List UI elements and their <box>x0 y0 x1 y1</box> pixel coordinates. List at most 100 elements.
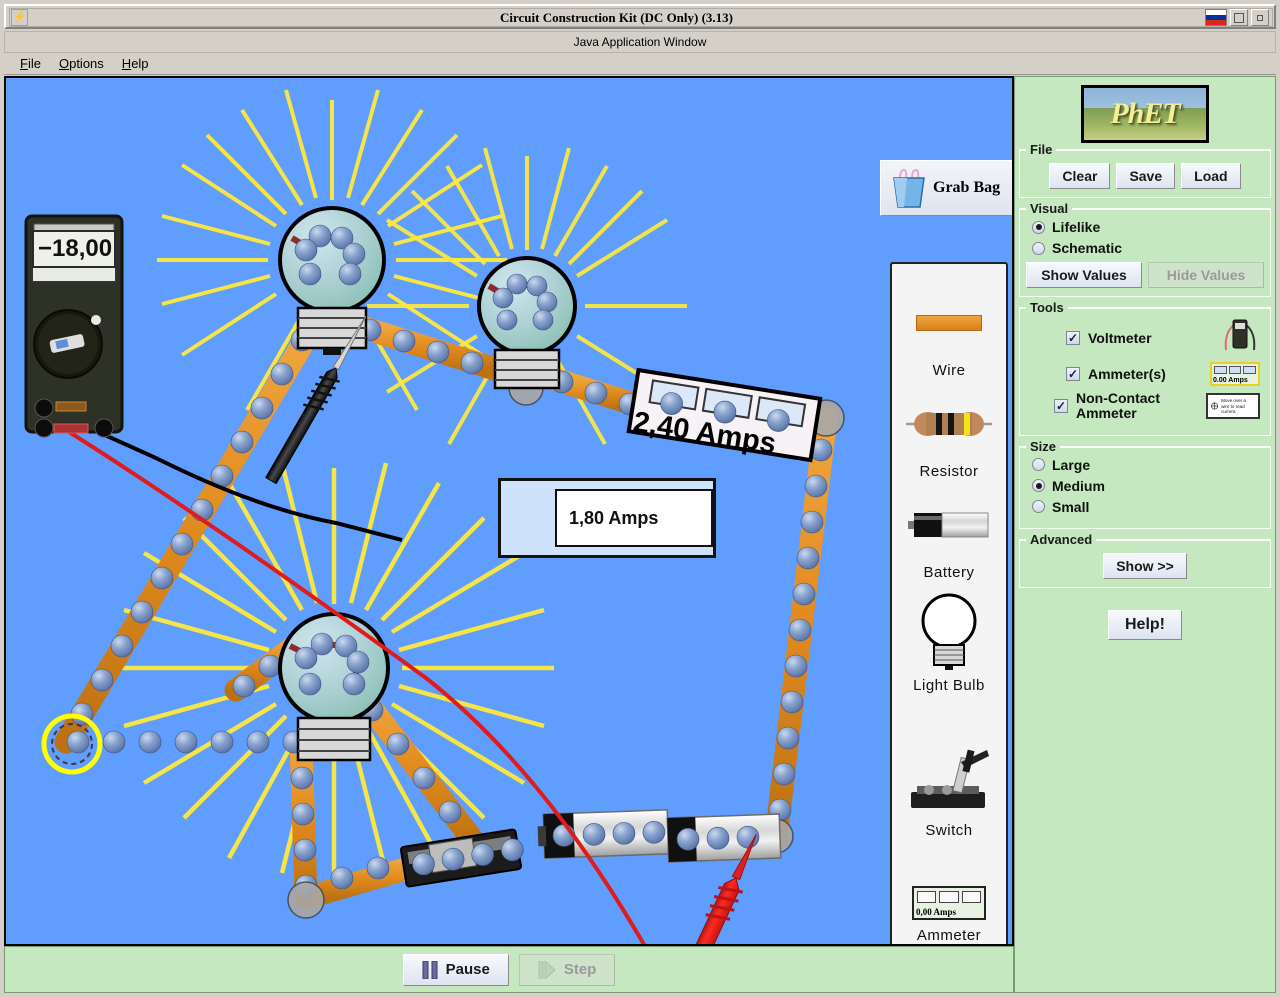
toolbox-label-lightbulb: Light Bulb <box>913 677 985 694</box>
radio-lifelike-indicator[interactable] <box>1032 220 1045 234</box>
radio-large-label: Large <box>1052 456 1091 473</box>
java-application-window-label: Java Application Window <box>4 31 1276 53</box>
toolbox-item-lightbulb[interactable]: Light Bulb <box>892 589 1006 694</box>
minimize-window-button[interactable] <box>1251 9 1269 26</box>
circuit-canvas[interactable]: −18,00 V 2,40 Amps 1,80 Amps Grab Bag <box>4 76 1014 946</box>
titlebar-inner: ⚡ Circuit Construction Kit (DC Only) (3.… <box>9 8 1273 27</box>
checkbox-noncontact-ammeter[interactable]: ✓ <box>1054 399 1068 414</box>
toolbox-item-ammeter[interactable]: 0,00 Amps Ammeter <box>892 881 1006 944</box>
checkbox-ammeters-row[interactable]: ✓ Ammeter(s) 0.00 Amps <box>1066 362 1260 386</box>
restore-window-button[interactable] <box>1230 9 1248 26</box>
circuit-switch <box>400 828 524 888</box>
tools-group: Tools ✓ Voltmeter ✓ Ammeter(s) 0.00 Amps… <box>1019 300 1271 436</box>
battery-1 <box>537 809 670 859</box>
toolbox-label-ammeter: Ammeter <box>916 927 982 944</box>
step-button: Step <box>518 953 616 986</box>
step-icon <box>538 960 556 979</box>
show-values-button[interactable]: Show Values <box>1026 262 1142 288</box>
checkbox-voltmeter[interactable]: ✓ <box>1066 330 1080 345</box>
menu-file-rest: ile <box>27 56 41 71</box>
playback-bar: Pause Step <box>4 946 1014 993</box>
load-button[interactable]: Load <box>1181 163 1241 189</box>
size-group-title: Size <box>1026 438 1061 454</box>
radio-lifelike-label: Lifelike <box>1052 219 1101 235</box>
voltmeter-display: −18,00 V <box>32 230 116 268</box>
toolbox-label-switch: Switch <box>925 822 973 839</box>
radio-large-indicator[interactable] <box>1032 458 1045 472</box>
advanced-show-button[interactable]: Show >> <box>1103 552 1187 579</box>
non-contact-ammeter-hint: Move over a wire to read current. <box>1221 398 1246 415</box>
step-label: Step <box>563 961 597 978</box>
checkbox-noncontact-row[interactable]: ✓ Non-Contact Ammeter Move over a wire t… <box>1054 390 1260 422</box>
pause-button[interactable]: Pause <box>402 953 509 986</box>
radio-schematic[interactable]: Schematic <box>1032 240 1264 256</box>
radio-small-indicator[interactable] <box>1032 500 1045 514</box>
russian-flag-icon[interactable] <box>1205 9 1227 26</box>
ammeter-icon-reading: 0,00 Amps <box>916 907 957 917</box>
phet-logo-text: PhET <box>1110 97 1180 130</box>
toolbox-item-resistor[interactable]: Resistor <box>892 387 1006 480</box>
ammeter-icon: 0,00 Amps <box>912 881 986 925</box>
wire-icon <box>916 286 982 360</box>
non-contact-ammeter-panel[interactable]: 1,80 Amps <box>498 478 716 558</box>
pause-label: Pause <box>445 961 490 978</box>
radio-medium-label: Medium <box>1052 477 1105 494</box>
battery-2 <box>666 813 782 863</box>
menu-options[interactable]: Options <box>51 54 112 73</box>
checkbox-ammeters-label: Ammeter(s) <box>1088 366 1166 382</box>
radio-small-label: Small <box>1052 498 1090 515</box>
grab-bag-button[interactable]: Grab Bag <box>880 160 1012 216</box>
radio-schematic-indicator[interactable] <box>1032 241 1045 255</box>
menu-help-rest: elp <box>131 56 149 71</box>
help-button[interactable]: Help! <box>1108 609 1182 640</box>
toolbox-label-wire: Wire <box>932 362 966 379</box>
toolbox-label-battery: Battery <box>923 564 975 581</box>
control-panel: PhET File Clear Save Load Visual Lifelik… <box>1014 76 1276 993</box>
checkbox-voltmeter-label: Voltmeter <box>1088 329 1152 346</box>
light-bulb-icon <box>914 589 984 675</box>
advanced-group-title: Advanced <box>1026 531 1097 547</box>
pause-icon <box>422 960 438 979</box>
menu-help[interactable]: Help <box>114 54 157 73</box>
switch-icon <box>903 742 995 820</box>
file-group: File Clear Save Load <box>1019 142 1271 198</box>
visual-group-title: Visual <box>1026 201 1073 216</box>
radio-schematic-label: Schematic <box>1052 240 1123 256</box>
hide-values-button: Hide Values <box>1148 262 1264 288</box>
advanced-group: Advanced Show >> <box>1019 531 1271 588</box>
window-titlebar: ⚡ Circuit Construction Kit (DC Only) (3.… <box>4 4 1276 29</box>
menu-file[interactable]: File <box>12 54 49 73</box>
menu-options-rest: ptions <box>69 56 104 71</box>
file-group-title: File <box>1026 142 1057 157</box>
voltmeter-icon <box>1220 318 1260 357</box>
toolbox-item-battery[interactable]: Battery <box>892 488 1006 581</box>
window-title: Circuit Construction Kit (DC Only) (3.13… <box>499 9 734 25</box>
radio-medium-indicator[interactable] <box>1032 479 1045 493</box>
clear-button[interactable]: Clear <box>1049 163 1111 189</box>
shopping-bag-icon <box>893 168 925 208</box>
tools-group-title: Tools <box>1026 300 1068 315</box>
checkbox-noncontact-label: Non-Contact Ammeter <box>1076 390 1160 422</box>
window-controls <box>1205 9 1269 26</box>
checkbox-voltmeter-row[interactable]: ✓ Voltmeter <box>1066 318 1260 357</box>
radio-large[interactable]: Large <box>1032 457 1264 473</box>
toolbox-item-wire[interactable]: Wire <box>892 286 1006 379</box>
menubar: File Options Help <box>4 53 1276 75</box>
ammeter-tool-reading: 0.00 Amps <box>1213 377 1248 384</box>
component-toolbox[interactable]: Wire Resistor Battery Light Bulb Switch … <box>890 262 1008 944</box>
toolbox-label-resistor: Resistor <box>919 463 979 480</box>
grab-bag-label: Grab Bag <box>933 179 1001 196</box>
voltmeter-value: −18,00 V <box>38 235 114 262</box>
size-group: Size Large Medium Small <box>1019 438 1271 529</box>
radio-small[interactable]: Small <box>1032 499 1264 515</box>
radio-lifelike[interactable]: Lifelike <box>1032 219 1264 235</box>
toolbox-item-switch[interactable]: Switch <box>892 742 1006 839</box>
visual-group: Visual Lifelike Schematic Show Values Hi… <box>1019 201 1271 297</box>
checkbox-ammeters[interactable]: ✓ <box>1066 367 1080 381</box>
lightning-bolt-icon: ⚡ <box>11 9 28 26</box>
non-contact-ammeter-value: 1,80 Amps <box>569 507 659 528</box>
save-button[interactable]: Save <box>1116 163 1176 189</box>
resistor-icon <box>904 387 994 461</box>
ammeter-tool-icon: 0.00 Amps <box>1210 362 1260 386</box>
radio-medium[interactable]: Medium <box>1032 478 1264 494</box>
